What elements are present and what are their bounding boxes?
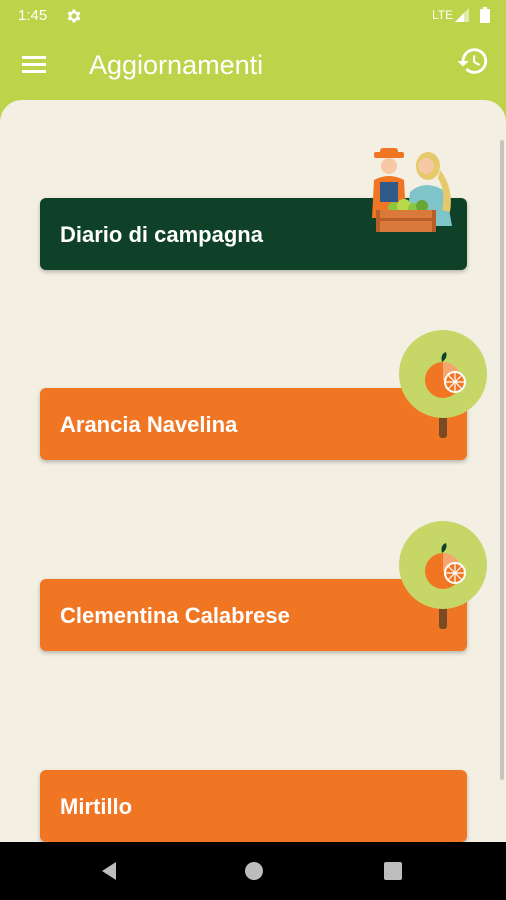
orange-tree-icon [399,330,487,438]
home-icon[interactable] [244,861,264,881]
page-title: Aggiornamenti [89,50,264,80]
signal-icon [455,8,469,22]
network-type: LTE [432,8,454,22]
back-icon[interactable] [100,861,120,881]
status-time: 1:45 [18,7,48,24]
card-mirtillo[interactable]: Mirtillo [40,770,467,842]
battery-icon [480,7,490,23]
crop-list: Diario di campagna Arancia Navelina Clem… [0,100,506,842]
recents-icon[interactable] [384,862,402,880]
app-bar: Aggiornamenti [0,32,506,100]
settings-gear-icon [67,9,81,23]
history-icon[interactable] [456,44,490,78]
status-bar: 1:45 LTE [0,0,506,32]
hamburger-menu-icon[interactable] [22,54,48,76]
orange-tree-icon [399,521,487,629]
system-nav-bar [0,842,506,900]
scrollbar[interactable] [500,140,504,780]
card-label: Diario di campagna [60,222,263,247]
card-label: Arancia Navelina [60,412,238,437]
farmers-with-crate-illustration [372,148,452,232]
card-label: Mirtillo [60,794,133,819]
card-label: Clementina Calabrese [60,603,290,628]
